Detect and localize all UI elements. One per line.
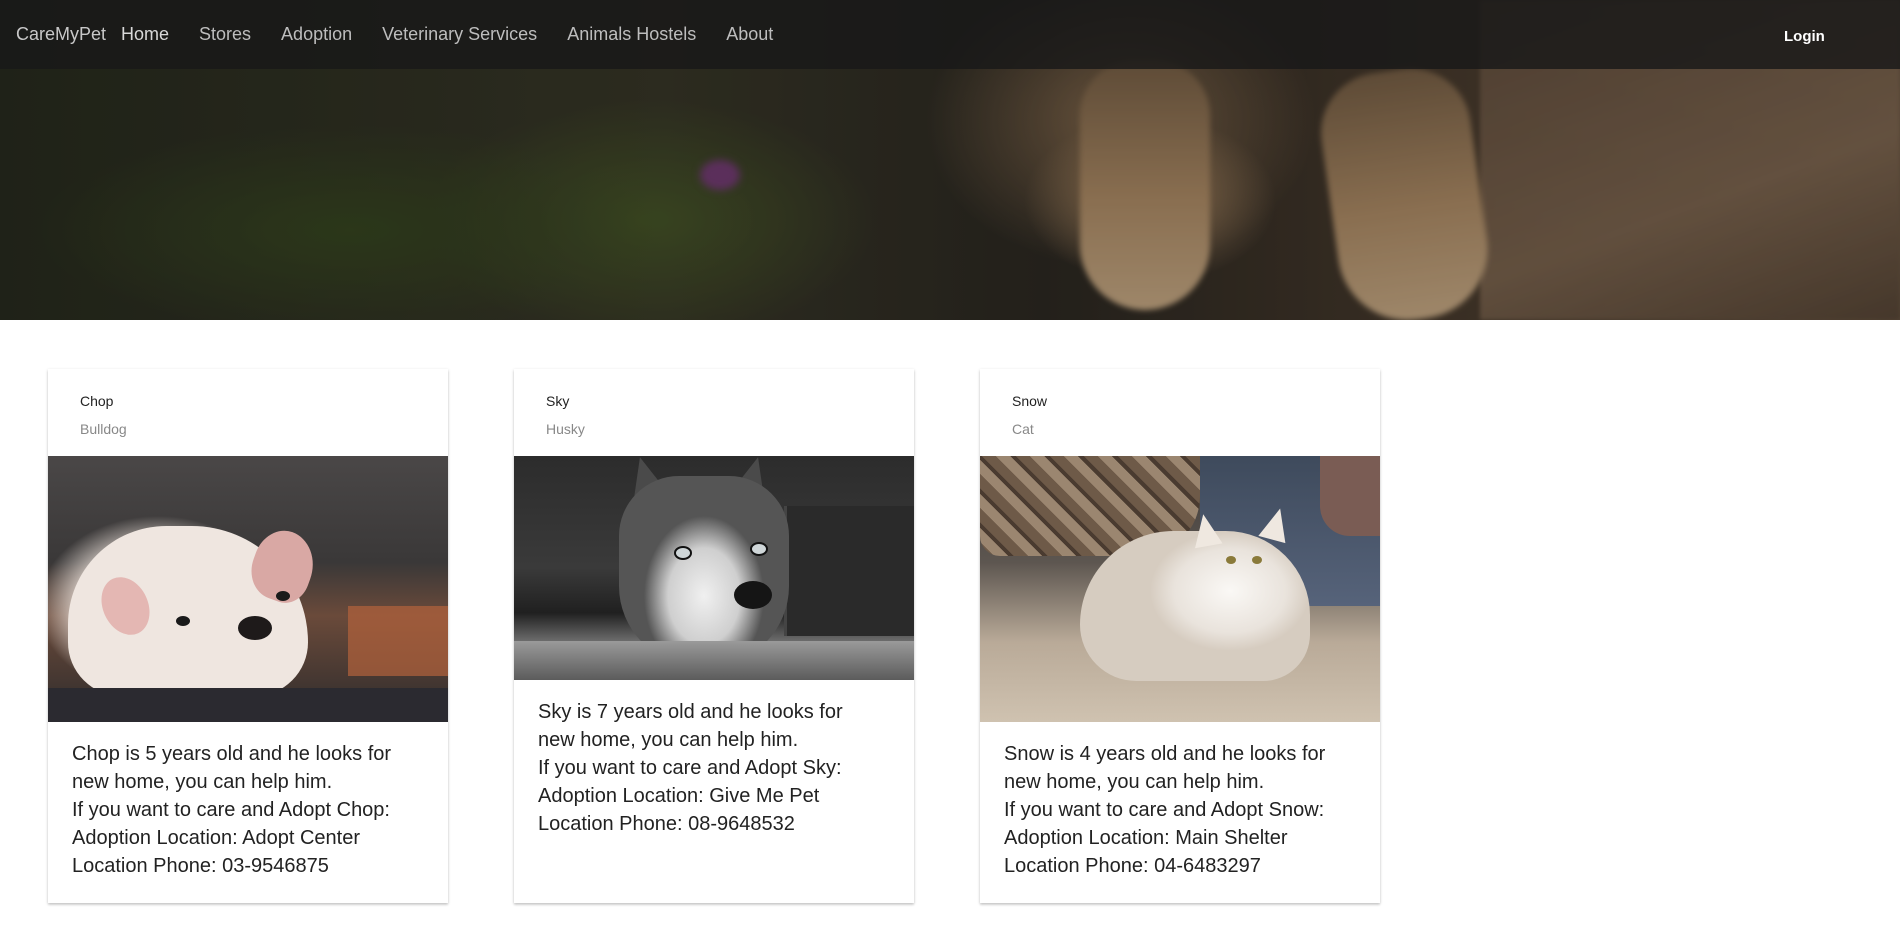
login-button[interactable]: Login xyxy=(1784,28,1825,45)
brand-logo[interactable]: CareMyPet xyxy=(16,24,106,45)
pet-breed: Cat xyxy=(1012,421,1034,437)
description-line: Chop is 5 years old and he looks for xyxy=(72,743,392,765)
description-line: new home, you can help him. xyxy=(72,771,333,793)
location-phone: Location Phone: 08-9648532 xyxy=(538,813,795,835)
pet-name: Sky xyxy=(546,393,570,409)
pet-photo-bulldog xyxy=(48,456,448,722)
pet-photo-cat xyxy=(980,456,1380,722)
pet-breed: Husky xyxy=(546,421,585,437)
adoption-location: Adoption Location: Adopt Center xyxy=(72,827,360,849)
pet-description: Chop is 5 years old and he looks for new… xyxy=(48,722,448,880)
description-line: If you want to care and Adopt Sky: xyxy=(538,757,842,779)
pet-name: Chop xyxy=(80,393,114,409)
description-line: If you want to care and Adopt Snow: xyxy=(1004,799,1325,821)
nav-link-animals-hostels[interactable]: Animals Hostels xyxy=(567,24,696,45)
description-line: new home, you can help him. xyxy=(538,729,799,751)
card-header: Sky Husky xyxy=(514,369,914,456)
description-line: Sky is 7 years old and he looks for xyxy=(538,701,843,723)
pet-name: Snow xyxy=(1012,393,1048,409)
pet-description: Snow is 4 years old and he looks for new… xyxy=(980,722,1380,880)
pet-breed: Bulldog xyxy=(80,421,127,437)
card-header: Snow Cat xyxy=(980,369,1380,456)
nav-link-adoption[interactable]: Adoption xyxy=(281,24,352,45)
pet-card-chop[interactable]: Chop Bulldog Chop is 5 years old and he … xyxy=(48,369,448,903)
description-line: If you want to care and Adopt Chop: xyxy=(72,799,390,821)
adoption-location: Adoption Location: Give Me Pet xyxy=(538,785,820,807)
pet-card-sky[interactable]: Sky Husky Sky is 7 years old and he look… xyxy=(514,369,914,903)
location-phone: Location Phone: 03-9546875 xyxy=(72,855,329,877)
nav-link-stores[interactable]: Stores xyxy=(199,24,251,45)
nav-link-about[interactable]: About xyxy=(726,24,773,45)
top-navbar: CareMyPet Home Stores Adoption Veterinar… xyxy=(0,0,1900,69)
nav-link-home[interactable]: Home xyxy=(121,24,169,45)
adoption-location: Adoption Location: Main Shelter xyxy=(1004,827,1288,849)
nav-link-veterinary-services[interactable]: Veterinary Services xyxy=(382,24,537,45)
pet-photo-husky xyxy=(514,456,914,680)
pet-description: Sky is 7 years old and he looks for new … xyxy=(514,680,914,838)
card-header: Chop Bulldog xyxy=(48,369,448,456)
nav-links: Home Stores Adoption Veterinary Services… xyxy=(121,24,803,45)
description-line: Snow is 4 years old and he looks for xyxy=(1004,743,1326,765)
pet-card-snow[interactable]: Snow Cat Snow is 4 years old and he look… xyxy=(980,369,1380,903)
description-line: new home, you can help him. xyxy=(1004,771,1265,793)
location-phone: Location Phone: 04-6483297 xyxy=(1004,855,1261,877)
